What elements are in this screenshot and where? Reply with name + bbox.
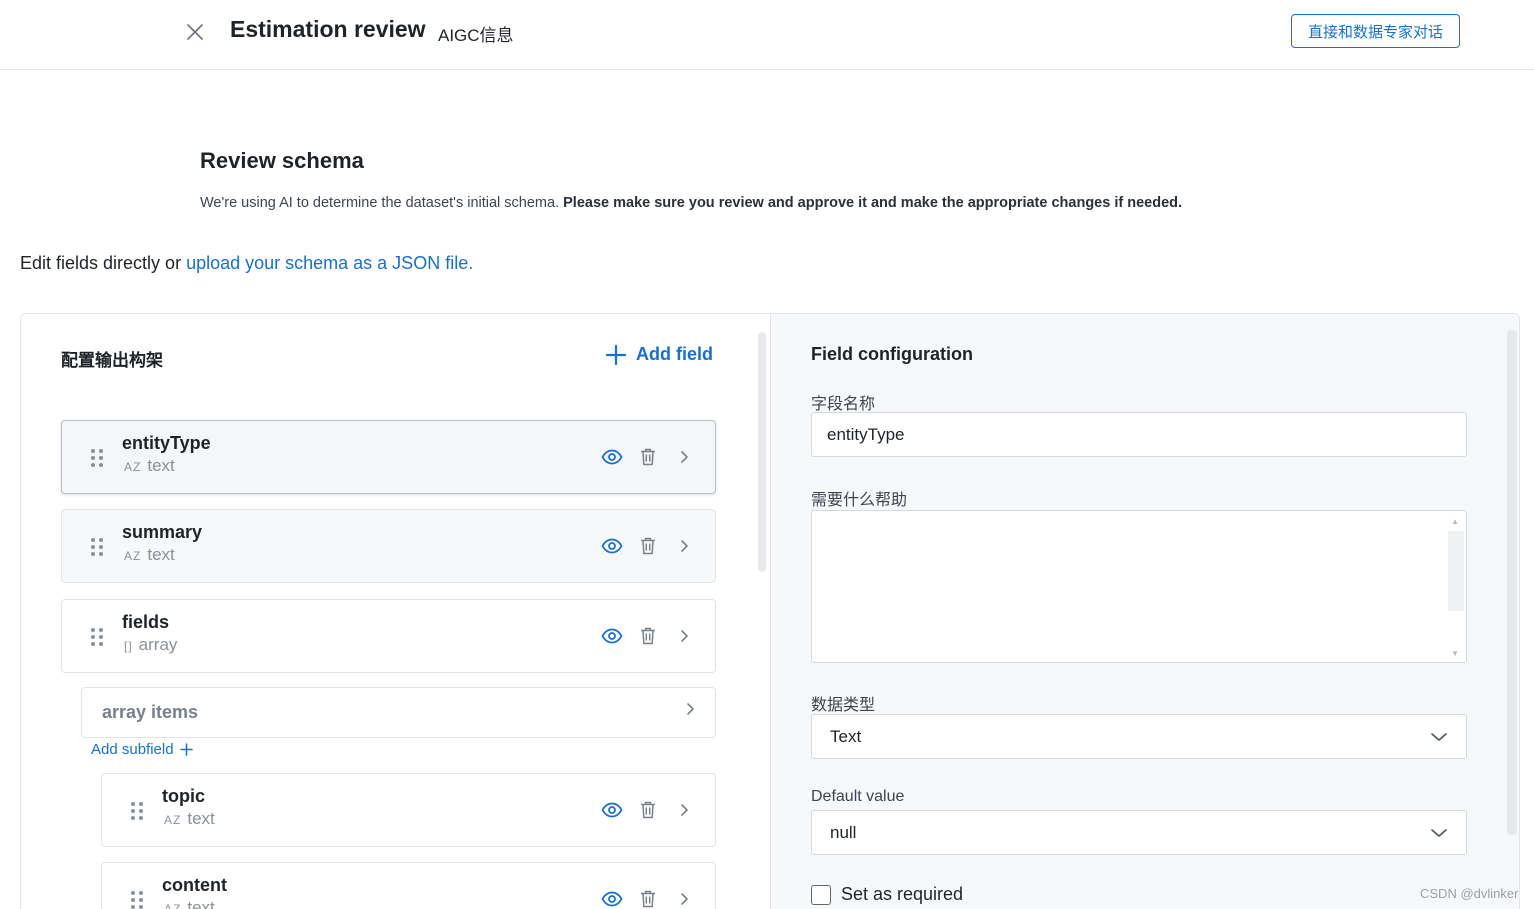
- schema-panel: 配置输出构架 Add field entityType AZ text summa…: [21, 314, 769, 909]
- field-type-label: text: [147, 545, 175, 564]
- drag-handle-icon[interactable]: [130, 890, 144, 909]
- subfield-row-content[interactable]: content AZ text: [101, 862, 716, 909]
- chevron-right-icon[interactable]: [673, 446, 695, 468]
- eye-icon[interactable]: [601, 888, 623, 909]
- text-type-icon: AZ: [124, 460, 142, 474]
- row-actions: [601, 625, 695, 647]
- eye-icon[interactable]: [601, 625, 623, 647]
- help-label: 需要什么帮助: [811, 490, 908, 509]
- add-subfield-button[interactable]: Add subfield: [91, 741, 193, 758]
- chevron-right-icon[interactable]: [673, 535, 695, 557]
- field-type-label: array: [138, 635, 178, 654]
- close-icon[interactable]: [183, 20, 207, 44]
- edit-instructions: Edit fields directly or upload your sche…: [20, 253, 473, 274]
- row-actions: [601, 888, 695, 909]
- field-type: AZ text: [164, 898, 215, 909]
- trash-icon[interactable]: [637, 446, 659, 468]
- field-name-input[interactable]: entityType: [811, 412, 1467, 457]
- edit-prefix: Edit fields directly or: [20, 253, 187, 273]
- field-type-label: text: [187, 809, 215, 828]
- text-type-icon: AZ: [164, 813, 182, 827]
- row-actions: [601, 799, 695, 821]
- schema-panel-scrollbar[interactable]: [758, 332, 766, 572]
- trash-icon[interactable]: [637, 535, 659, 557]
- required-checkbox[interactable]: [811, 884, 831, 905]
- array-items-label: array items: [102, 702, 199, 722]
- eye-icon[interactable]: [601, 446, 623, 468]
- drag-handle-icon[interactable]: [90, 627, 104, 647]
- row-actions: [601, 446, 695, 468]
- config-panel-title: Field configuration: [811, 344, 973, 364]
- description-text: We're using AI to determine the dataset'…: [200, 195, 564, 211]
- field-type: AZ text: [124, 456, 175, 476]
- top-bar: Estimation review AIGC信息 直接和数据专家对话: [0, 0, 1534, 70]
- help-textarea[interactable]: ▲ ▼: [811, 510, 1467, 663]
- field-row-entitytype[interactable]: entityType AZ text: [61, 420, 716, 494]
- data-type-label: 数据类型: [811, 695, 876, 714]
- schema-editor-card: 配置输出构架 Add field entityType AZ text summa…: [20, 313, 1520, 909]
- trash-icon[interactable]: [637, 888, 659, 909]
- field-type: AZ text: [164, 809, 215, 829]
- description-emphasis: Please make sure you review and approve …: [563, 195, 1183, 211]
- field-type: [] array: [124, 635, 177, 655]
- required-label: Set as required: [841, 884, 964, 904]
- default-value-label: Default value: [811, 788, 905, 805]
- watermark: CSDN @dvlinker: [1420, 886, 1519, 901]
- drag-handle-icon[interactable]: [90, 448, 104, 468]
- field-type-label: text: [147, 456, 175, 475]
- talk-to-expert-button[interactable]: 直接和数据专家对话: [1291, 14, 1460, 48]
- text-type-icon: AZ: [164, 902, 182, 909]
- chevron-right-icon[interactable]: [673, 888, 695, 909]
- drag-handle-icon[interactable]: [90, 537, 104, 557]
- chevron-right-icon[interactable]: [685, 702, 695, 721]
- field-name: entityType: [122, 433, 211, 453]
- field-row-summary[interactable]: summary AZ text: [61, 509, 716, 583]
- add-field-button[interactable]: Add field: [606, 344, 713, 365]
- eye-icon[interactable]: [601, 799, 623, 821]
- chevron-down-icon: [1431, 732, 1447, 741]
- eye-icon[interactable]: [601, 535, 623, 557]
- array-items-row[interactable]: array items: [81, 687, 716, 738]
- field-configuration-panel: Field configuration 字段名称 entityType 需要什么…: [770, 314, 1519, 909]
- data-type-select[interactable]: Text: [811, 714, 1467, 759]
- row-actions: [601, 535, 695, 557]
- field-name: summary: [122, 522, 203, 542]
- field-type-label: text: [187, 898, 215, 909]
- page-title: Estimation review: [230, 16, 426, 42]
- scroll-up-icon[interactable]: ▲: [1451, 517, 1459, 526]
- data-type-value: Text: [830, 726, 862, 746]
- field-name: topic: [162, 786, 205, 806]
- chevron-right-icon[interactable]: [673, 625, 695, 647]
- chevron-right-icon[interactable]: [673, 799, 695, 821]
- plus-icon: [179, 743, 193, 756]
- subfield-row-topic[interactable]: topic AZ text: [101, 773, 716, 847]
- array-type-icon: []: [124, 639, 133, 653]
- field-type: AZ text: [124, 545, 175, 565]
- default-value-select[interactable]: null: [811, 810, 1467, 855]
- field-row-fields[interactable]: fields [] array: [61, 599, 716, 673]
- trash-icon[interactable]: [637, 625, 659, 647]
- upload-schema-link[interactable]: upload your schema as a JSON file.: [186, 253, 473, 273]
- textarea-scrollbar[interactable]: [1448, 531, 1464, 611]
- field-name: fields: [122, 612, 170, 632]
- chevron-down-icon: [1431, 828, 1447, 837]
- config-panel-scrollbar[interactable]: [1507, 330, 1517, 835]
- section-description: We're using AI to determine the dataset'…: [200, 195, 1182, 211]
- default-value: null: [830, 822, 857, 842]
- scroll-down-icon[interactable]: ▼: [1451, 649, 1459, 658]
- add-field-label: Add field: [636, 344, 713, 364]
- schema-panel-title: 配置输出构架: [61, 351, 163, 371]
- field-name-label: 字段名称: [811, 394, 876, 413]
- field-name: content: [162, 875, 227, 895]
- trash-icon[interactable]: [637, 799, 659, 821]
- section-title: Review schema: [200, 148, 364, 173]
- add-subfield-label: Add subfield: [91, 741, 174, 758]
- required-checkbox-row[interactable]: Set as required: [811, 884, 963, 905]
- drag-handle-icon[interactable]: [130, 801, 144, 821]
- plus-icon: [606, 344, 626, 365]
- text-type-icon: AZ: [124, 549, 142, 563]
- page-subtitle: AIGC信息: [438, 26, 514, 45]
